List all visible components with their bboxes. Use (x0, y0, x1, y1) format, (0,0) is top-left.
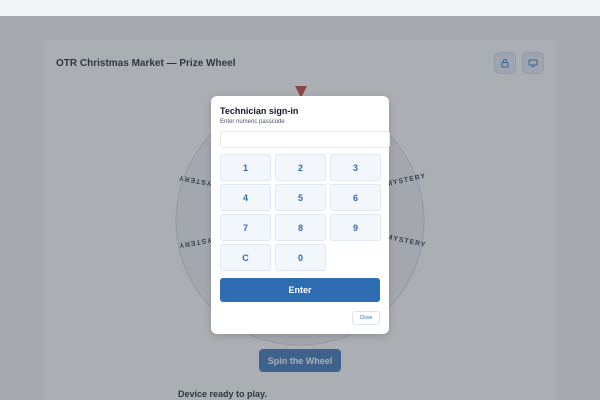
keypad-key-clear[interactable]: C (220, 244, 271, 271)
keypad-key-7[interactable]: 7 (220, 214, 271, 241)
dialog-title: Technician sign-in (220, 106, 299, 116)
keypad-key-9[interactable]: 9 (330, 214, 381, 241)
keypad-key-2[interactable]: 2 (275, 154, 326, 181)
keypad-key-4[interactable]: 4 (220, 184, 271, 211)
keypad-key-3[interactable]: 3 (330, 154, 381, 181)
keypad-key-6[interactable]: 6 (330, 184, 381, 211)
keypad-key-1[interactable]: 1 (220, 154, 271, 181)
browser-top-strip (0, 0, 600, 16)
keypad-key-5[interactable]: 5 (275, 184, 326, 211)
dialog-subtitle: Enter numeric passcode (220, 119, 285, 125)
passcode-input[interactable] (220, 131, 390, 148)
keypad-key-0[interactable]: 0 (275, 244, 326, 271)
enter-button[interactable]: Enter (220, 278, 380, 302)
technician-signin-dialog: Technician sign-in Enter numeric passcod… (211, 96, 390, 334)
numeric-keypad: 1 2 3 4 5 6 7 8 9 C 0 (220, 154, 381, 271)
keypad-key-8[interactable]: 8 (275, 214, 326, 241)
close-button[interactable]: Close (352, 311, 380, 325)
